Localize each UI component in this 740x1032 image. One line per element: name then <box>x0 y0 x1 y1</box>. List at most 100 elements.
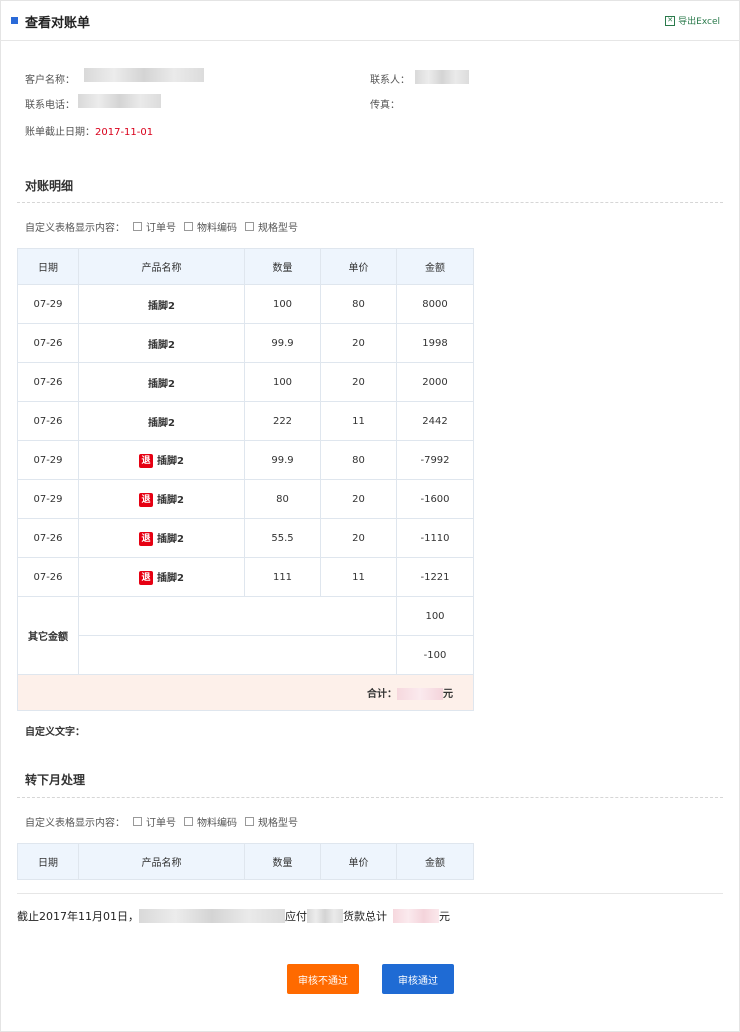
cell-amount: 8000 <box>396 284 474 324</box>
cell-product: 插脚2 <box>78 362 245 402</box>
cell-qty: 111 <box>244 557 321 597</box>
checkbox-box[interactable] <box>184 222 193 231</box>
option-label: 物料编码 <box>197 818 237 829</box>
return-tag-icon: 退 <box>139 532 154 546</box>
cell-date: 07-29 <box>17 284 79 324</box>
reject-button[interactable]: 审核不通过 <box>287 964 359 994</box>
option-order-number-checkbox[interactable]: 订单号 <box>133 219 176 234</box>
detail-table-header: 日期 产品名称 数量 单价 金额 <box>17 248 474 285</box>
summary-mid2: 货款总计 <box>343 910 387 923</box>
table-row: 07-26 插脚2 222 11 2442 <box>17 401 474 441</box>
cell-date: 07-29 <box>17 479 79 519</box>
page-header: 查看对账单 ✕ 导出Excel <box>0 0 740 41</box>
product-name: 插脚2 <box>148 300 175 312</box>
other-amount-row: 其它金额 100 <box>17 596 474 675</box>
table-row: 07-29 退插脚2 99.9 80 -7992 <box>17 440 474 480</box>
cell-product: 插脚2 <box>78 284 245 324</box>
cell-price: 20 <box>320 518 397 558</box>
product-name: 插脚2 <box>148 378 175 390</box>
table-row: 07-26 退插脚2 111 11 -1221 <box>17 557 474 597</box>
cell-price: 20 <box>320 479 397 519</box>
table-row: 07-29 插脚2 100 80 8000 <box>17 284 474 324</box>
other-amount-value: 100 <box>396 596 474 636</box>
summary-company-mask <box>307 909 343 923</box>
summary-customer-mask <box>139 909 285 923</box>
summary-divider <box>17 893 723 894</box>
option-order-number-checkbox[interactable]: 订单号 <box>133 814 176 829</box>
next-month-table-header: 日期 产品名称 数量 单价 金额 <box>17 843 474 880</box>
cell-product: 插脚2 <box>78 323 245 363</box>
cell-date: 07-26 <box>17 362 79 402</box>
checkbox-box[interactable] <box>245 817 254 826</box>
option-material-code-checkbox[interactable]: 物料编码 <box>184 219 237 234</box>
other-amount-blank <box>78 635 397 675</box>
cell-product: 插脚2 <box>78 401 245 441</box>
detail-custom-columns: 自定义表格显示内容： 订单号 物料编码 规格型号 <box>25 219 298 234</box>
column-header-price: 单价 <box>320 843 397 880</box>
customer-label: 客户名称： <box>25 75 75 86</box>
option-material-code-checkbox[interactable]: 物料编码 <box>184 814 237 829</box>
cell-qty: 99.9 <box>244 440 321 480</box>
column-header-qty: 数量 <box>244 843 321 880</box>
total-label: 合计： <box>367 689 397 700</box>
detail-divider <box>17 202 723 203</box>
summary-line: 截止2017年11月01日， 应付 货款总计 元 <box>17 908 450 924</box>
custom-text-label: 自定义文字： <box>25 727 85 738</box>
product-name: 插脚2 <box>157 573 184 584</box>
column-header-price: 单价 <box>320 248 397 285</box>
summary-suffix: 元 <box>439 910 450 923</box>
cell-date: 07-26 <box>17 557 79 597</box>
return-tag-icon: 退 <box>139 454 154 468</box>
table-row: 07-29 退插脚2 80 20 -1600 <box>17 479 474 519</box>
total-unit: 元 <box>443 689 453 700</box>
summary-amount-mask <box>393 909 439 923</box>
deadline-row: 账单截止日期：2017-11-01 <box>25 123 153 138</box>
cell-product: 退插脚2 <box>78 479 245 519</box>
cell-amount: 1998 <box>396 323 474 363</box>
option-spec-model-checkbox[interactable]: 规格型号 <box>245 814 298 829</box>
return-tag-icon: 退 <box>139 571 154 585</box>
column-header-date: 日期 <box>17 843 79 880</box>
cell-date: 07-29 <box>17 440 79 480</box>
checkbox-box[interactable] <box>184 817 193 826</box>
checkbox-box[interactable] <box>133 817 142 826</box>
summary-prefix: 截止2017年11月01日， <box>17 910 139 923</box>
customer-name-mask <box>84 68 204 82</box>
contact-mask <box>415 70 469 84</box>
cell-date: 07-26 <box>17 323 79 363</box>
export-excel-button[interactable]: ✕ 导出Excel <box>665 14 720 27</box>
option-label: 规格型号 <box>258 818 298 829</box>
option-spec-model-checkbox[interactable]: 规格型号 <box>245 219 298 234</box>
product-name: 插脚2 <box>157 456 184 467</box>
approve-button[interactable]: 审核通过 <box>382 964 454 994</box>
title-marker <box>11 17 18 24</box>
column-header-qty: 数量 <box>244 248 321 285</box>
option-label: 订单号 <box>146 818 176 829</box>
cell-amount: 2442 <box>396 401 474 441</box>
cell-price: 20 <box>320 323 397 363</box>
return-tag-icon: 退 <box>139 493 154 507</box>
next-month-divider <box>17 797 723 798</box>
deadline-value: 2017-11-01 <box>95 127 154 138</box>
next-month-table: 日期 产品名称 数量 单价 金额 <box>17 843 474 880</box>
other-amount-label: 其它金额 <box>17 596 79 675</box>
product-name: 插脚2 <box>148 339 175 351</box>
detail-section-title: 对账明细 <box>25 179 74 193</box>
option-label: 订单号 <box>146 223 176 234</box>
checkbox-box[interactable] <box>133 222 142 231</box>
checkbox-box[interactable] <box>245 222 254 231</box>
table-row: 07-26 退插脚2 55.5 20 -1110 <box>17 518 474 558</box>
cell-price: 20 <box>320 362 397 402</box>
next-month-section-title: 转下月处理 <box>25 773 86 787</box>
custom-columns-label: 自定义表格显示内容： <box>25 223 125 234</box>
detail-table: 日期 产品名称 数量 单价 金额 07-29 插脚2 100 80 8000 07-26 插… <box>17 248 474 711</box>
cell-qty: 222 <box>244 401 321 441</box>
total-row: 合计： 元 <box>17 674 474 711</box>
cell-amount: -1110 <box>396 518 474 558</box>
page-title: 查看对账单 <box>25 16 91 31</box>
cell-qty: 99.9 <box>244 323 321 363</box>
phone-mask <box>78 94 161 108</box>
deadline-label: 账单截止日期： <box>25 127 95 138</box>
total-cell: 合计： 元 <box>17 674 474 711</box>
cell-price: 11 <box>320 401 397 441</box>
